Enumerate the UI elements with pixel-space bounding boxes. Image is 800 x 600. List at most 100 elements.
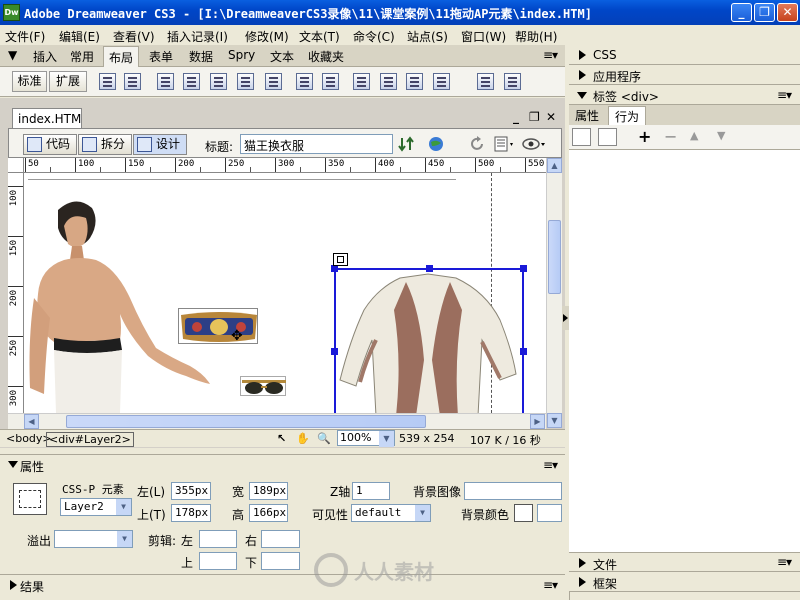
belt-layer[interactable] [178,308,258,344]
clip-top-input[interactable] [199,552,237,570]
visual-aids-icon[interactable] [522,136,548,152]
show-set-events-icon[interactable] [572,128,591,146]
tab-common[interactable]: 常用 [70,48,94,65]
layout-table-icon[interactable] [477,73,494,90]
tag-selector-body[interactable]: <body> [6,432,52,445]
doc-restore-icon[interactable]: ❐ [529,110,540,124]
css-panel-header[interactable]: CSS [569,45,800,65]
results-options-icon[interactable]: ≡▾ [543,578,558,592]
frames-icon[interactable] [406,73,423,90]
view-options-icon[interactable] [494,136,516,152]
menu-commands[interactable]: 命令(C) [353,28,395,45]
app-panel-header[interactable]: 应用程序 [569,65,800,85]
selected-ap-div-layer2[interactable] [331,265,527,413]
table-mode-icon[interactable] [296,73,313,90]
layout-cell-icon[interactable] [504,73,521,90]
document-tab[interactable]: index.HTM [12,108,82,128]
bg-color-swatch[interactable] [514,504,533,522]
standard-mode-button[interactable]: 标准 [12,71,47,92]
frames-panel-header[interactable]: 框架 [569,572,800,592]
tab-favorites[interactable]: 收藏夹 [308,48,344,65]
elvis-figure-image[interactable] [24,198,224,413]
bg-color-input[interactable] [537,504,562,522]
clip-left-input[interactable] [199,530,237,548]
clip-bottom-input[interactable] [261,552,300,570]
table-icon[interactable] [99,73,116,90]
insert-collapse-icon[interactable]: ▼ [8,48,17,62]
zoom-select[interactable]: 100% [337,430,395,447]
left-input[interactable]: 355px [171,482,211,500]
tag-selector-div[interactable]: <div#Layer2> [46,432,134,447]
scroll-left-icon[interactable]: ◀ [24,414,39,429]
menu-help[interactable]: 帮助(H) [515,28,557,45]
select-tool-icon[interactable]: ↖ [277,432,286,445]
menu-site[interactable]: 站点(S) [407,28,448,45]
files-options-icon[interactable]: ≡▾ [777,555,792,569]
design-view-button[interactable]: 设计 [133,134,187,155]
menu-view[interactable]: 查看(V) [113,28,155,45]
menu-edit[interactable]: 编辑(E) [59,28,100,45]
visibility-select[interactable]: default [351,504,431,522]
maximize-button[interactable]: ❐ [754,3,775,22]
height-input[interactable]: 166px [249,504,288,522]
move-down-icon[interactable]: ▼ [717,129,725,142]
z-index-input[interactable]: 1 [352,482,390,500]
tab-text[interactable]: 文本 [270,48,294,65]
menu-text[interactable]: 文本(T) [299,28,340,45]
close-button[interactable]: ✕ [777,3,798,22]
spry-collapsible-icon[interactable] [265,73,282,90]
add-behavior-icon[interactable]: + [638,127,651,146]
dreamweaver-app-icon[interactable]: Dw [3,4,20,21]
vertical-ruler[interactable]: 100 150 200 250 300 [8,173,24,413]
scroll-right-icon[interactable]: ▶ [530,414,545,429]
results-header[interactable]: 结果 [0,575,44,595]
draw-ap-div-icon[interactable] [157,73,174,90]
doc-close-icon[interactable]: ✕ [546,110,556,124]
ruler-origin[interactable] [8,158,24,173]
scroll-down-icon[interactable]: ▼ [547,413,562,428]
vertical-scroll-thumb[interactable] [548,220,561,294]
insert-row-icon[interactable] [322,73,339,90]
split-view-button[interactable]: 拆分 [78,134,132,155]
overflow-select[interactable] [54,530,133,548]
file-management-icon[interactable] [398,136,416,152]
tab-attributes[interactable]: 属性 [575,107,599,124]
options-menu-icon[interactable]: ≡▾ [543,48,558,62]
properties-header[interactable]: 属性 [0,455,44,475]
horizontal-scroll-thumb[interactable] [66,415,426,428]
horizontal-scrollbar[interactable]: ◀ ▶ [8,413,546,429]
minimize-button[interactable]: _ [731,3,752,22]
menu-window[interactable]: 窗口(W) [461,28,506,45]
tab-layout[interactable]: 布局 [103,46,140,67]
behaviors-list[interactable] [569,150,800,552]
move-up-icon[interactable]: ▲ [690,129,698,142]
zoom-tool-icon[interactable]: 🔍 [317,432,331,445]
show-all-events-icon[interactable] [598,128,617,146]
frameset-icon[interactable] [433,73,450,90]
code-view-button[interactable]: 代码 [23,134,77,155]
spry-menu-icon[interactable] [183,73,200,90]
width-input[interactable]: 189px [249,482,288,500]
files-panel-header[interactable]: 文件 [569,552,800,572]
properties-options-icon[interactable]: ≡▾ [543,458,558,472]
menu-file[interactable]: 文件(F) [5,28,45,45]
horizontal-ruler[interactable]: 50 100 150 200 250 300 350 400 450 500 5… [24,158,546,173]
remove-behavior-icon[interactable]: − [664,127,677,146]
preview-browser-icon[interactable] [428,136,446,152]
tag-inspector-options-icon[interactable]: ≡▾ [777,88,792,102]
doc-minimize-icon[interactable]: _ [513,110,519,124]
tag-inspector-header[interactable]: 标签 <div> [569,85,800,105]
tab-data[interactable]: 数据 [189,48,213,65]
insert-column-icon[interactable] [353,73,370,90]
window-size[interactable]: 539 x 254 [399,432,455,445]
tab-behaviors[interactable]: 行为 [608,106,647,125]
iframe-icon[interactable] [380,73,397,90]
layer-selection-handle-icon[interactable] [333,253,348,266]
page-title-input[interactable]: 猫王换衣服 [240,134,393,154]
spry-tabbed-icon[interactable] [237,73,254,90]
vertical-scrollbar[interactable]: ▲ ▼ [546,158,562,428]
sunglasses-layer[interactable] [240,376,286,396]
bg-image-input[interactable] [464,482,562,500]
design-canvas[interactable]: ✥ [24,173,546,413]
spry-accordion-icon[interactable] [210,73,227,90]
